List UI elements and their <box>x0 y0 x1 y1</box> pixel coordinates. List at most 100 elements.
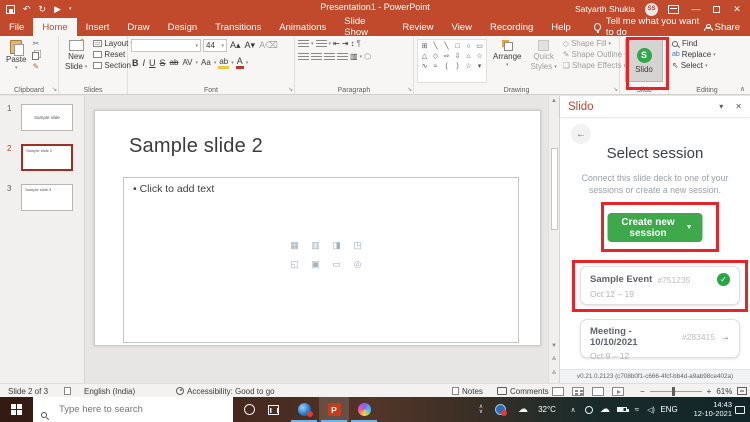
font-size-combo[interactable]: 44▾ <box>203 39 227 52</box>
line-spacing-icon[interactable]: ↕ <box>350 39 354 48</box>
font-name-combo[interactable]: ▾ <box>131 39 201 52</box>
zoom-slider[interactable] <box>650 391 702 392</box>
more-shapes-icon[interactable]: ▾ <box>474 61 485 71</box>
accessibility-status[interactable]: Accessibility: Good to go <box>176 384 275 398</box>
insert-table-icon[interactable]: ▦ <box>284 236 305 255</box>
shape-outline-button[interactable]: ✎Shape Outline▾ <box>563 50 627 59</box>
restore-button[interactable] <box>713 6 720 13</box>
close-button[interactable]: ✕ <box>730 4 744 15</box>
normal-view-icon[interactable] <box>552 387 564 396</box>
curve-shape-icon[interactable]: ≈ <box>430 61 441 71</box>
zoom-level[interactable]: 61% <box>716 387 732 396</box>
slide-canvas[interactable]: Sample slide 2 • Click to add text ▦ ▥ ◨… <box>94 110 541 346</box>
shape-fill-button[interactable]: ◇Shape Fill▾ <box>563 39 627 48</box>
back-button[interactable]: ← <box>571 124 591 144</box>
bold-button[interactable]: B <box>131 58 140 68</box>
language-indicator[interactable]: English (India) <box>84 384 135 398</box>
format-painter-icon[interactable]: ✎ <box>32 62 41 71</box>
font-color-button[interactable]: A <box>236 56 244 69</box>
textbox-shape-icon[interactable]: ⊞ <box>419 41 430 51</box>
slide-title[interactable]: Sample slide 2 <box>129 135 263 158</box>
rectangle-shape-icon[interactable]: □ <box>452 41 463 51</box>
weather-icon[interactable]: ☁ <box>515 397 531 422</box>
scribble-shape-icon[interactable]: ∿ <box>419 61 430 71</box>
minimize-button[interactable]: — <box>689 4 703 14</box>
tab-slide-show[interactable]: Slide Show <box>335 18 393 36</box>
right-arrow-shape-icon[interactable]: ⇨ <box>441 51 452 61</box>
character-spacing-button[interactable]: AV <box>181 58 193 67</box>
battery-icon[interactable] <box>614 397 630 422</box>
taskbar-app-edge[interactable] <box>289 397 319 422</box>
triangle-shape-icon[interactable]: △ <box>419 51 430 61</box>
star2-shape-icon[interactable]: ☆ <box>463 61 474 71</box>
quick-styles-button[interactable]: Quick Styles▾ <box>527 39 559 83</box>
home-shape-icon[interactable]: ⌂ <box>463 51 474 61</box>
tray-browser-button[interactable] <box>491 397 509 422</box>
clock[interactable]: 14:43 12-10-2021 <box>694 400 732 418</box>
numbering-icon[interactable] <box>316 40 327 48</box>
cortana-button[interactable] <box>238 397 260 422</box>
insert-chart-icon[interactable]: ▥ <box>305 236 326 255</box>
copy-icon[interactable] <box>32 52 39 60</box>
select-button[interactable]: ⇖Select▾ <box>672 61 716 70</box>
previous-slide-icon[interactable]: ≙ <box>549 356 559 363</box>
insert-icon-icon[interactable]: ◎ <box>347 255 368 274</box>
clipboard-dialog-launcher[interactable]: ↘ <box>52 86 57 93</box>
onedrive-icon[interactable]: ☁ <box>597 397 613 422</box>
slido-addin-button[interactable]: S Slido <box>625 39 663 82</box>
create-new-session-button[interactable]: Create new session ▼ <box>608 213 703 242</box>
columns-icon[interactable]: ▥ <box>350 52 358 61</box>
slideshow-view-icon[interactable] <box>612 387 624 396</box>
bullets-icon[interactable] <box>298 40 309 48</box>
collapse-ribbon-icon[interactable]: ∧ <box>740 85 745 93</box>
tab-file[interactable]: File <box>0 18 33 36</box>
notes-toggle[interactable]: Notes <box>452 384 483 398</box>
text-direction-icon[interactable]: ¶ <box>356 39 360 48</box>
input-language-indicator[interactable]: ENG <box>658 397 680 422</box>
create-session-dropdown-icon[interactable]: ▼ <box>686 224 693 231</box>
session-card-meeting[interactable]: Meeting - 10/10/2021 #283415 → Oct 9 – 1… <box>580 319 740 358</box>
fit-slide-icon[interactable] <box>737 387 747 395</box>
open-session-arrow-icon[interactable]: → <box>720 332 730 343</box>
tab-insert[interactable]: Insert <box>77 18 119 36</box>
diamond-shape-icon[interactable]: ◇ <box>430 51 441 61</box>
convert-smartart-icon[interactable]: ⬡ <box>364 52 371 61</box>
italic-button[interactable]: I <box>142 58 147 68</box>
tab-design[interactable]: Design <box>159 18 207 36</box>
temperature-label[interactable]: 32°C <box>534 397 560 422</box>
next-slide-icon[interactable]: ≚ <box>549 370 559 377</box>
justify-icon[interactable] <box>337 53 348 61</box>
tab-recording[interactable]: Recording <box>481 18 542 36</box>
taskbar-search-input[interactable] <box>33 397 233 422</box>
thumbnail-2-preview[interactable]: Sample slide 2 <box>21 144 73 171</box>
scrollbar-thumb[interactable] <box>551 148 558 230</box>
thumbnail-slide-3[interactable]: 3 Sample slide 3 <box>0 184 84 212</box>
left-brace-shape-icon[interactable]: ( <box>441 61 452 71</box>
replace-button[interactable]: abReplace▾ <box>672 50 716 59</box>
insert-smartart-icon[interactable]: ◨ <box>326 236 347 255</box>
line-shape-icon[interactable]: ╲ <box>430 41 441 51</box>
task-view-button[interactable] <box>262 397 284 422</box>
thumbnail-slide-1[interactable]: 1 Sample slide <box>0 104 84 132</box>
tab-home[interactable]: Home <box>33 18 76 36</box>
volume-icon[interactable]: ◁) <box>644 397 658 422</box>
tab-view[interactable]: View <box>443 18 481 36</box>
action-center-button[interactable] <box>732 397 748 422</box>
comments-toggle[interactable]: Comments <box>497 384 549 398</box>
tab-transitions[interactable]: Transitions <box>206 18 270 36</box>
pane-close-icon[interactable]: ✕ <box>735 102 742 111</box>
paragraph-dialog-launcher[interactable]: ↘ <box>407 86 412 93</box>
network-icon[interactable]: ≈ <box>630 397 644 422</box>
paste-dropdown-icon[interactable]: ▾ <box>15 65 18 71</box>
slide-sorter-view-icon[interactable] <box>572 387 584 396</box>
zoom-in-icon[interactable]: + <box>707 387 712 396</box>
rounded-rect-shape-icon[interactable]: ▭ <box>474 41 485 51</box>
thumbnail-slide-2[interactable]: 2 Sample slide 2 <box>0 144 84 172</box>
show-hidden-icons-button[interactable]: ∧ <box>566 397 580 422</box>
spellcheck-icon[interactable] <box>64 384 71 398</box>
increase-indent-icon[interactable]: ⇥ <box>342 39 349 48</box>
arrow-shape-icon[interactable]: ╲ <box>441 41 452 51</box>
decrease-indent-icon[interactable]: ⇤ <box>333 39 340 48</box>
start-button[interactable] <box>0 397 33 422</box>
tab-review[interactable]: Review <box>393 18 442 36</box>
